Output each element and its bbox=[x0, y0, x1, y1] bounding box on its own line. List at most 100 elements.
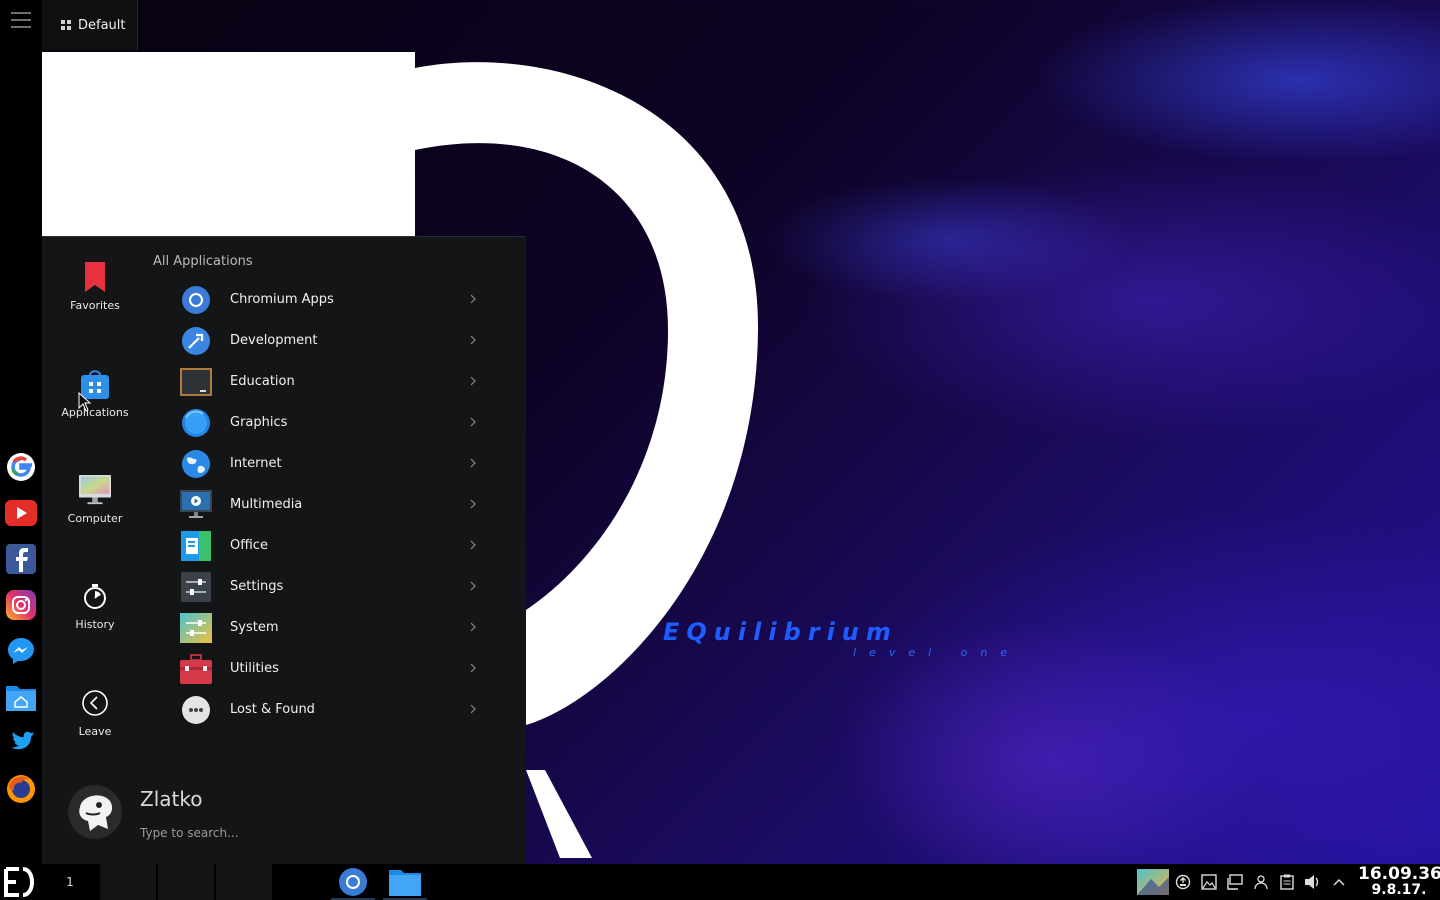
activities-icon bbox=[61, 20, 71, 30]
chevron-right-icon bbox=[470, 540, 476, 550]
volume-icon bbox=[1305, 875, 1319, 889]
user-block: Zlatko bbox=[68, 785, 508, 845]
chevron-right-icon bbox=[470, 663, 476, 673]
chromium-icon bbox=[339, 868, 367, 896]
dock-firefox[interactable] bbox=[5, 773, 37, 805]
mouse-cursor bbox=[78, 392, 92, 412]
category-graphics[interactable]: Graphics bbox=[172, 402, 488, 443]
category-multimedia[interactable]: Multimedia bbox=[172, 484, 488, 525]
nav-label: Leave bbox=[78, 725, 112, 738]
screenshot-tray[interactable] bbox=[1196, 866, 1222, 898]
wallpaper-subtitle: level one bbox=[853, 646, 1021, 659]
chevron-right-icon bbox=[470, 581, 476, 591]
section-title: All Applications bbox=[153, 254, 253, 269]
dock-instagram[interactable] bbox=[5, 589, 37, 621]
settings-icon bbox=[180, 571, 212, 603]
category-label: Multimedia bbox=[230, 497, 303, 512]
updates-tray[interactable] bbox=[1170, 866, 1196, 898]
category-label: Development bbox=[230, 333, 318, 348]
chevron-right-icon bbox=[470, 335, 476, 345]
category-label: System bbox=[230, 620, 279, 635]
category-label: Chromium Apps bbox=[230, 292, 334, 307]
file-manager-icon bbox=[389, 870, 421, 896]
internet-icon bbox=[180, 448, 212, 480]
category-label: Internet bbox=[230, 456, 282, 471]
user-name: Zlatko bbox=[140, 787, 203, 811]
search-input[interactable] bbox=[140, 823, 470, 843]
file-manager-task[interactable] bbox=[383, 864, 427, 900]
clock-date: 9.8.17. bbox=[1371, 882, 1427, 898]
category-chromium-apps[interactable]: Chromium Apps bbox=[172, 279, 488, 320]
category-development[interactable]: Development bbox=[172, 320, 488, 361]
activity-thumbnail-icon bbox=[1137, 869, 1169, 895]
category-label: Education bbox=[230, 374, 295, 389]
category-lost-found[interactable]: Lost & Found bbox=[172, 689, 488, 730]
system-tray bbox=[1136, 866, 1352, 898]
chromium-task[interactable] bbox=[331, 864, 375, 900]
digital-clock[interactable]: 16.09.36 9.8.17. bbox=[1358, 864, 1440, 900]
nav-favorites[interactable]: Favorites bbox=[42, 261, 148, 341]
multimedia-icon bbox=[180, 489, 212, 521]
dock-twitter[interactable] bbox=[5, 727, 37, 759]
utilities-icon bbox=[180, 653, 212, 685]
category-education[interactable]: Education bbox=[172, 361, 488, 402]
kdeconnect-tray[interactable] bbox=[1248, 866, 1274, 898]
category-settings[interactable]: Settings bbox=[172, 566, 488, 607]
chromium-icon bbox=[180, 284, 212, 316]
dock-youtube[interactable] bbox=[5, 497, 37, 529]
graphics-icon bbox=[180, 407, 212, 439]
nav-leave[interactable]: Leave bbox=[42, 687, 148, 767]
avatar-image bbox=[68, 785, 122, 839]
dock-google[interactable] bbox=[5, 451, 37, 483]
category-office[interactable]: Office bbox=[172, 525, 488, 566]
network-tray[interactable] bbox=[1222, 866, 1248, 898]
nav-label: Applications bbox=[61, 406, 129, 419]
expand-tray-button[interactable] bbox=[1326, 866, 1352, 898]
activity-switcher[interactable]: Default bbox=[42, 0, 138, 50]
leave-icon bbox=[79, 687, 111, 719]
education-icon bbox=[180, 366, 212, 398]
category-internet[interactable]: Internet bbox=[172, 443, 488, 484]
activity-label: Default bbox=[78, 17, 126, 33]
desktop-3[interactable] bbox=[158, 864, 214, 900]
nav-computer[interactable]: Computer bbox=[42, 474, 148, 554]
left-dock bbox=[0, 0, 42, 864]
youtube-icon bbox=[5, 500, 37, 526]
chevron-right-icon bbox=[470, 417, 476, 427]
updates-icon bbox=[1175, 874, 1191, 890]
avatar[interactable] bbox=[68, 785, 122, 839]
dock-messenger[interactable] bbox=[5, 635, 37, 667]
system-icon bbox=[180, 612, 212, 644]
category-utilities[interactable]: Utilities bbox=[172, 648, 488, 689]
home-folder-icon bbox=[6, 686, 36, 711]
desktop-1[interactable]: 1 bbox=[42, 864, 98, 900]
chevron-right-icon bbox=[470, 376, 476, 386]
clipboard-tray[interactable] bbox=[1274, 866, 1300, 898]
application-launcher: Favorites Applications Computer History … bbox=[42, 236, 526, 864]
lost-found-icon bbox=[180, 694, 212, 726]
chevron-right-icon bbox=[470, 704, 476, 714]
nav-applications[interactable]: Applications bbox=[42, 368, 148, 448]
desktop-2[interactable] bbox=[100, 864, 156, 900]
activity-thumbnail[interactable] bbox=[1136, 866, 1170, 898]
nav-label: History bbox=[75, 618, 115, 631]
nav-history[interactable]: History bbox=[42, 580, 148, 660]
instagram-icon bbox=[6, 590, 36, 620]
category-label: Settings bbox=[230, 579, 284, 594]
chevron-right-icon bbox=[470, 622, 476, 632]
category-label: Utilities bbox=[230, 661, 279, 676]
taskbar: 1 16.09.36 9.8.17. bbox=[0, 864, 1440, 900]
dock-home-folder[interactable] bbox=[5, 681, 37, 713]
menu-icon[interactable] bbox=[11, 12, 31, 30]
category-system[interactable]: System bbox=[172, 607, 488, 648]
volume-tray[interactable] bbox=[1300, 866, 1326, 898]
chevron-right-icon bbox=[470, 499, 476, 509]
history-icon bbox=[79, 580, 111, 612]
clipboard-icon bbox=[1280, 874, 1294, 890]
launcher-button[interactable] bbox=[3, 866, 37, 898]
app-launcher-icon bbox=[4, 867, 34, 897]
category-label: Office bbox=[230, 538, 268, 553]
desktop-4[interactable] bbox=[216, 864, 272, 900]
dock-facebook[interactable] bbox=[5, 543, 37, 575]
chevron-right-icon bbox=[470, 294, 476, 304]
